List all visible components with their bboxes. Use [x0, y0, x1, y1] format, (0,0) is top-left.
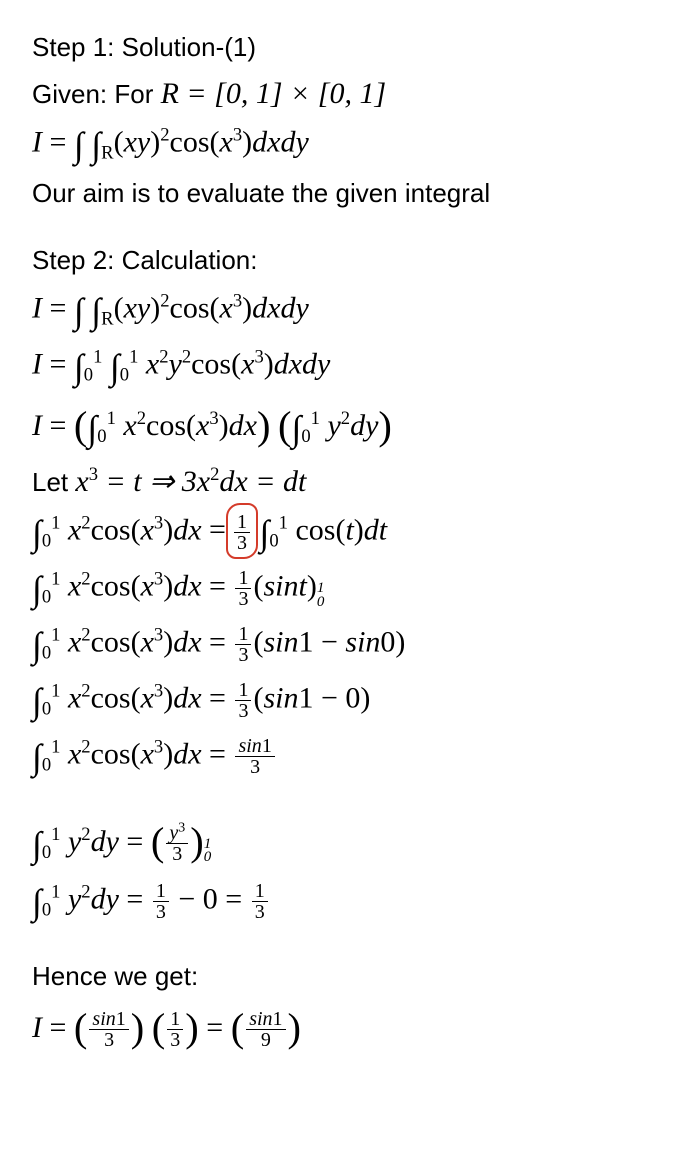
given-prefix: Given: For	[32, 79, 161, 109]
hence-heading: Hence we get:	[32, 957, 656, 996]
y-line-2: ∫01 y2dy = 13 − 0 = 13	[32, 875, 656, 929]
hence-block: Hence we get: I = (sin13) (13) = (sin19)	[32, 957, 656, 1059]
y-line-1: ∫01 y2dy = (y33)10	[32, 812, 656, 873]
given-line: Given: For R = [0, 1] × [0, 1]	[32, 71, 656, 116]
calc-line-5: ∫01 x2cos(x3)dx = 13(sint)10	[32, 562, 656, 616]
step1-I-line: I = ∫ ∫R(xy)2cos(x3)dxdy	[32, 118, 656, 172]
hence-line: I = (sin13) (13) = (sin19)	[32, 998, 656, 1059]
calc-line-1: I = ∫ ∫R(xy)2cos(x3)dxdy	[32, 284, 656, 338]
given-math: R = [0, 1] × [0, 1]	[161, 77, 387, 110]
calc-line-7: ∫01 x2cos(x3)dx = 13(sin1 − 0)	[32, 674, 656, 728]
step-2-heading: Step 2: Calculation:	[32, 241, 656, 280]
calc-line-3: I = (∫01 x2cos(x3)dx) (∫01 y2dy)	[32, 396, 656, 457]
y-integral-block: ∫01 y2dy = (y33)10 ∫01 y2dy = 13 − 0 = 1…	[32, 812, 656, 929]
step-2-block: Step 2: Calculation: I = ∫ ∫R(xy)2cos(x3…	[32, 241, 656, 784]
step-1-heading: Step 1: Solution-(1)	[32, 28, 656, 67]
calc-line-6: ∫01 x2cos(x3)dx = 13(sin1 − sin0)	[32, 618, 656, 672]
calc-line-2: I = ∫01 ∫01 x2y2cos(x3)dxdy	[32, 340, 656, 394]
calc-line-8: ∫01 x2cos(x3)dx = sin13	[32, 730, 656, 784]
calc-line-4: ∫01 x2cos(x3)dx =13 ∫01 cos(t)dt	[32, 506, 656, 560]
let-line: Let x3 = t ⇒ 3x2dx = dt	[32, 459, 656, 504]
circled-fraction: 13	[232, 507, 252, 553]
step-1-block: Step 1: Solution-(1) Given: For R = [0, …	[32, 28, 656, 213]
let-prefix: Let	[32, 467, 75, 497]
let-math: x3 = t ⇒ 3x2dx = dt	[75, 465, 306, 498]
aim-line: Our aim is to evaluate the given integra…	[32, 174, 656, 213]
